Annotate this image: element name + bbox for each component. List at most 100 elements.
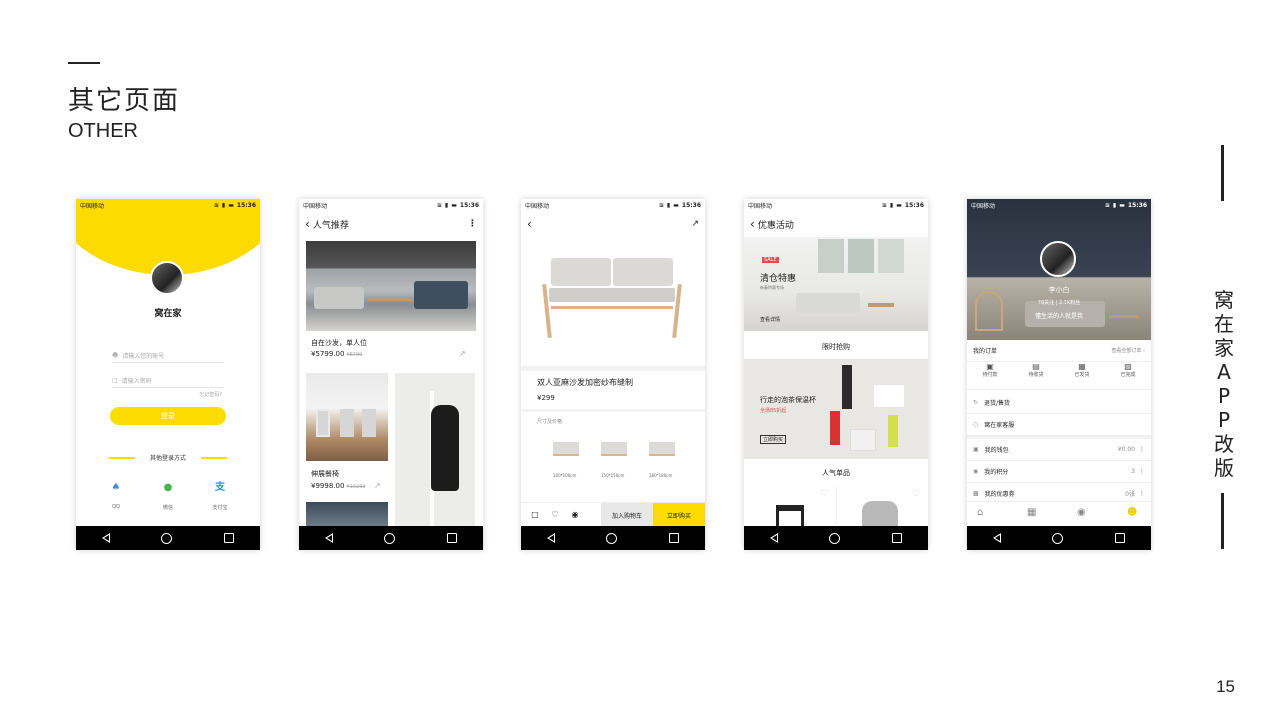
back-icon[interactable] bbox=[992, 533, 1001, 543]
share-icon[interactable]: ↗ bbox=[691, 219, 699, 229]
share-icon[interactable]: ↗ bbox=[374, 481, 381, 490]
flash-sale-banner[interactable]: 行走的泡茶保温杯 全场85折起 立即购买 bbox=[744, 359, 928, 459]
follow-stats[interactable]: 78关注 | 2.1K粉丝 bbox=[967, 299, 1151, 306]
orders-row[interactable]: 我的订单 查看全部订单 › bbox=[967, 340, 1151, 362]
side-rule-bottom bbox=[1221, 493, 1224, 549]
heart-icon[interactable]: ♡ bbox=[545, 510, 565, 519]
heart-icon[interactable]: ♡ bbox=[820, 489, 828, 499]
recent-apps-icon[interactable] bbox=[669, 533, 680, 543]
back-icon[interactable] bbox=[546, 533, 555, 543]
phone-popular: 中国移动 ≋ ▮ ▬ 15:36 ‹ 人气推荐 ⋮ 自在沙发，单人位 ¥5799.00… bbox=[299, 199, 483, 550]
home-tab-icon[interactable]: ⌂ bbox=[977, 507, 983, 518]
wechat-login[interactable]: ● 微信 bbox=[148, 481, 188, 511]
qq-login[interactable]: ♠ QQ bbox=[96, 481, 136, 510]
coins-icon: ◉ bbox=[973, 468, 979, 475]
old-price: ¥8799 bbox=[346, 352, 363, 358]
pending-receipt[interactable]: ▤ 待收货 bbox=[1028, 362, 1043, 389]
profile-tab-icon[interactable]: ☻ bbox=[1127, 507, 1137, 518]
app-name: 窝在家 bbox=[154, 309, 182, 319]
heart-icon[interactable]: ♡ bbox=[912, 489, 920, 499]
home-icon[interactable] bbox=[384, 532, 396, 544]
alipay-login[interactable]: 支支付宝 bbox=[200, 481, 240, 511]
size-thumb[interactable] bbox=[601, 442, 627, 456]
armchair-image[interactable] bbox=[862, 501, 898, 527]
alipay-label: 支付宝 bbox=[212, 505, 228, 511]
coupons-value: 0张 bbox=[1125, 491, 1135, 498]
product-price: ¥299 bbox=[537, 394, 555, 402]
recent-apps-icon[interactable] bbox=[892, 533, 903, 543]
avatar[interactable] bbox=[1040, 241, 1076, 277]
returns-row[interactable]: ↻ 退货/售货 bbox=[967, 392, 1151, 414]
sofa-product-image[interactable] bbox=[542, 254, 682, 342]
add-to-cart-button[interactable]: 加入购物车 bbox=[601, 503, 653, 527]
more-icon[interactable]: ⋮ bbox=[1139, 446, 1145, 453]
home-icon[interactable] bbox=[1052, 532, 1064, 544]
state-label: 已完成 bbox=[1120, 372, 1136, 378]
sofa-room-image[interactable] bbox=[306, 241, 476, 331]
category-tab-icon[interactable]: ▦ bbox=[1027, 507, 1036, 518]
clipboard-icon: ▧ bbox=[1124, 362, 1132, 371]
side-title: 窝在家APP改版 bbox=[1214, 288, 1234, 480]
login-button[interactable]: 登录 bbox=[110, 407, 226, 425]
share-icon[interactable]: ↗ bbox=[459, 349, 466, 358]
account-field[interactable]: ☻ 请输入您的账号 bbox=[112, 349, 224, 363]
back-icon[interactable] bbox=[101, 533, 110, 543]
recent-apps-icon[interactable] bbox=[447, 533, 458, 543]
completed[interactable]: ▧ 已完成 bbox=[1120, 362, 1135, 389]
screen-title: 人气推荐 bbox=[312, 220, 349, 231]
stool-image[interactable] bbox=[776, 505, 804, 527]
home-icon[interactable] bbox=[606, 532, 618, 544]
battery-icon: ▬ bbox=[228, 202, 234, 209]
android-nav-bar bbox=[299, 526, 483, 550]
size-thumb[interactable] bbox=[553, 442, 579, 456]
sofa-shape bbox=[314, 287, 364, 309]
home-icon[interactable] bbox=[829, 532, 841, 544]
recent-apps-icon[interactable] bbox=[1115, 533, 1126, 543]
status-bar: 中国移动 ≋ ▮ ▬ 15:36 bbox=[299, 199, 483, 212]
more-icon[interactable]: ⋮ bbox=[1139, 490, 1145, 497]
recent-apps-icon[interactable] bbox=[224, 533, 235, 543]
view-all-orders[interactable]: 查看全部订单 › bbox=[1111, 347, 1145, 354]
service-row[interactable]: ○ 窝在家客服 bbox=[967, 414, 1151, 436]
back-icon[interactable] bbox=[324, 533, 333, 543]
shipped[interactable]: ▦ 已发货 bbox=[1074, 362, 1089, 389]
back-chevron-icon[interactable]: ‹ bbox=[750, 217, 755, 231]
top-bar: ‹ 优惠活动 bbox=[744, 212, 928, 236]
clock: 15:36 bbox=[904, 202, 924, 209]
coat-rack-image[interactable] bbox=[395, 373, 475, 527]
wifi-icon: ≋ bbox=[881, 202, 887, 209]
chat-icon[interactable]: □ bbox=[525, 510, 545, 519]
avatar[interactable] bbox=[150, 261, 184, 295]
carrier: 中国移动 bbox=[80, 203, 105, 210]
flash-buy-button[interactable]: 立即购买 bbox=[760, 435, 787, 444]
cart-tab-icon[interactable]: ◉ bbox=[1077, 507, 1086, 518]
clock: 15:36 bbox=[1127, 202, 1147, 209]
battery-icon: ▬ bbox=[673, 202, 679, 209]
sale-banner[interactable]: SALE 清仓特惠 新春特惠专场 查看详情 bbox=[744, 237, 928, 331]
back-icon[interactable] bbox=[769, 533, 778, 543]
buy-now-button[interactable]: 立即购买 bbox=[653, 503, 705, 527]
product-price: ¥9998.00 ¥10233 bbox=[311, 482, 366, 490]
android-nav-bar bbox=[967, 526, 1151, 550]
forgot-password-link[interactable]: 忘记密码? bbox=[199, 391, 222, 398]
product-name: 自在沙发，单人位 bbox=[311, 339, 367, 347]
back-chevron-icon[interactable]: ‹ bbox=[527, 217, 532, 231]
chair-image[interactable] bbox=[306, 373, 388, 461]
page-subtitle: OTHER bbox=[68, 120, 138, 142]
cart-icon[interactable]: ◉ bbox=[565, 510, 585, 519]
back-chevron-icon[interactable]: ‹ bbox=[305, 217, 310, 231]
points-row[interactable]: ◉ 我的积分 3 ⋮ bbox=[967, 461, 1151, 483]
more-icon[interactable]: ⋮ bbox=[468, 219, 477, 229]
password-field[interactable]: □ 请输入密码 bbox=[112, 374, 224, 388]
home-icon[interactable] bbox=[161, 532, 173, 544]
size-thumb[interactable] bbox=[649, 442, 675, 456]
banner-link[interactable]: 查看详情 bbox=[760, 316, 780, 323]
signal-icon: ▮ bbox=[1112, 202, 1117, 209]
wallet-row[interactable]: ▣ 我的钱包 ¥0.00 ⋮ bbox=[967, 439, 1151, 461]
pending-payment[interactable]: ▣ 待付款 bbox=[982, 362, 997, 389]
points-label: 我的积分 bbox=[984, 469, 1009, 476]
more-icon[interactable]: ⋮ bbox=[1139, 468, 1145, 475]
sofa-room-image[interactable] bbox=[306, 502, 388, 526]
page-title: 其它页面 bbox=[68, 86, 181, 116]
wifi-icon: ≋ bbox=[213, 202, 219, 209]
